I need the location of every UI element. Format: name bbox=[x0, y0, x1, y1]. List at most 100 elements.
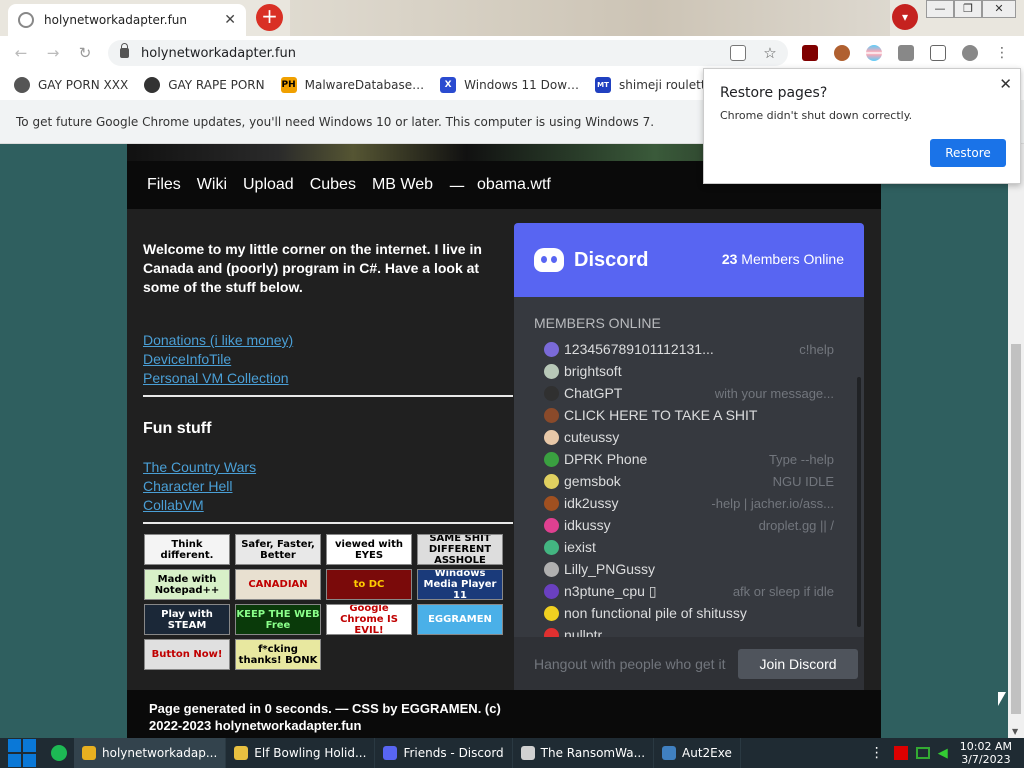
browser-toolbar: ← → ↻ holynetworkadapter.fun ☆ ⋮ bbox=[0, 36, 1024, 70]
member-row[interactable]: brightsoft bbox=[544, 360, 834, 382]
page-scrollbar[interactable]: ▲ ▼ bbox=[1008, 144, 1024, 738]
menu-kebab-icon[interactable]: ⋮ bbox=[994, 45, 1010, 61]
forward-icon[interactable]: → bbox=[42, 42, 64, 64]
badge-button[interactable]: f*cking thanks! BONK bbox=[235, 639, 321, 670]
profile-icon[interactable] bbox=[962, 45, 978, 61]
badge-button[interactable]: KEEP THE WEB Free bbox=[235, 604, 321, 635]
member-row[interactable]: non functional pile of shitussy bbox=[544, 602, 834, 624]
badge-button[interactable]: EGGRAMEN bbox=[417, 604, 503, 635]
member-name: DPRK Phone bbox=[564, 451, 648, 467]
bookmark-item[interactable]: MT shimeji roulette bbox=[595, 77, 713, 93]
member-row[interactable]: iexist bbox=[544, 536, 834, 558]
badge-button[interactable]: Made with Notepad++ bbox=[144, 569, 230, 600]
clock[interactable]: 10:02 AM 3/7/2023 bbox=[960, 740, 1012, 766]
member-activity: NGU IDLE bbox=[772, 473, 834, 489]
badge-button[interactable]: SAME SHIT DIFFERENT ASSHOLE bbox=[417, 534, 503, 565]
badge-button[interactable]: Windows Media Player 11 bbox=[417, 569, 503, 600]
badge-button[interactable]: Play with STEAM bbox=[144, 604, 230, 635]
member-row[interactable]: idkussy droplet.gg || / bbox=[544, 514, 834, 536]
link-character-hell[interactable]: Character Hell bbox=[143, 478, 232, 494]
volume-icon[interactable]: ◀ bbox=[938, 746, 948, 761]
address-bar[interactable]: holynetworkadapter.fun bbox=[108, 40, 788, 66]
taskbar-item[interactable]: Elf Bowling Holid... bbox=[226, 738, 376, 768]
badge-button[interactable]: CANADIAN bbox=[235, 569, 321, 600]
member-row[interactable]: idk2ussy -help | jacher.io/ass... bbox=[544, 492, 834, 514]
member-activity: afk or sleep if idle bbox=[732, 583, 834, 599]
badge-button[interactable]: Button Now! bbox=[144, 639, 230, 670]
new-tab-button[interactable]: + bbox=[256, 4, 283, 31]
member-row[interactable]: gemsbok NGU IDLE bbox=[544, 470, 834, 492]
link-country-wars[interactable]: The Country Wars bbox=[143, 459, 256, 475]
close-window-button[interactable]: ✕ bbox=[982, 0, 1016, 18]
member-row[interactable]: Lilly_PNGussy bbox=[544, 558, 834, 580]
member-row[interactable]: n3ptune_cpu ▯ afk or sleep if idle bbox=[544, 580, 834, 602]
member-avatar bbox=[544, 341, 559, 357]
scroll-down-icon[interactable]: ▼ bbox=[1012, 727, 1018, 736]
restore-message: Chrome didn't shut down correctly. bbox=[720, 109, 913, 122]
extensions-puzzle-icon[interactable] bbox=[898, 45, 914, 61]
taskbar-item[interactable]: holynetworkadap... bbox=[74, 738, 227, 768]
member-row[interactable]: nullptr bbox=[544, 624, 834, 637]
system-tray: ⋮ ◀ 10:02 AM 3/7/2023 bbox=[870, 738, 1024, 768]
nav-files[interactable]: Files bbox=[147, 176, 181, 194]
minimize-button[interactable]: — bbox=[926, 0, 954, 18]
extension-avatar-icon[interactable] bbox=[834, 45, 850, 61]
taskbar-item-label: holynetworkadap... bbox=[102, 746, 218, 760]
member-list-scrollbar[interactable] bbox=[857, 377, 861, 627]
link-deviceinfotile[interactable]: DeviceInfoTile bbox=[143, 351, 231, 367]
scrollbar-thumb[interactable] bbox=[1011, 344, 1021, 714]
tab-search-icon[interactable]: ▾ bbox=[892, 4, 918, 30]
extension-flag-icon[interactable] bbox=[866, 45, 882, 61]
restore-title: Restore pages? bbox=[720, 85, 828, 101]
nav-mb-web[interactable]: MB Web bbox=[372, 176, 433, 194]
restore-button[interactable]: Restore bbox=[930, 139, 1006, 167]
member-row[interactable]: CLICK HERE TO TAKE A SHIT bbox=[544, 404, 834, 426]
badge-button[interactable]: Safer, Faster, Better bbox=[235, 534, 321, 565]
flag-icon[interactable] bbox=[893, 746, 908, 760]
side-panel-icon[interactable] bbox=[930, 45, 946, 61]
badge-button[interactable]: to DC bbox=[326, 569, 412, 600]
tab-active[interactable]: holynetworkadapter.fun ✕ bbox=[8, 4, 246, 36]
member-row[interactable]: ChatGPT with your message... bbox=[544, 382, 834, 404]
taskbar-item[interactable]: The RansomWa... bbox=[513, 738, 655, 768]
more-icon[interactable]: ⋮ bbox=[870, 745, 884, 761]
link-vm-collection[interactable]: Personal VM Collection bbox=[143, 370, 289, 386]
nav-cubes[interactable]: Cubes bbox=[310, 176, 356, 194]
link-collabvm[interactable]: CollabVM bbox=[143, 497, 204, 513]
nav-obama-wtf[interactable]: obama.wtf bbox=[477, 176, 551, 194]
taskbar-item[interactable]: Friends - Discord bbox=[375, 738, 513, 768]
bookmark-item[interactable]: GAY RAPE PORN bbox=[144, 77, 265, 93]
maximize-button[interactable]: ❐ bbox=[954, 0, 982, 18]
lock-icon[interactable] bbox=[120, 43, 129, 58]
bookmark-item[interactable]: PH MalwareDatabase… bbox=[280, 77, 424, 93]
bookmark-item[interactable]: GAY PORN XXX bbox=[14, 77, 128, 93]
close-icon[interactable]: ✕ bbox=[999, 75, 1012, 93]
join-discord-button[interactable]: Join Discord bbox=[738, 649, 858, 679]
member-list[interactable]: MEMBERS ONLINE 12345678910111213​1... c!h… bbox=[514, 297, 864, 637]
member-row[interactable]: cuteussy bbox=[544, 426, 834, 448]
share-icon[interactable] bbox=[730, 45, 746, 61]
badge-button[interactable]: Google Chrome IS EVIL! bbox=[326, 604, 412, 635]
network-icon[interactable] bbox=[915, 747, 930, 759]
divider bbox=[143, 395, 513, 397]
link-donations[interactable]: Donations (i like money) bbox=[143, 332, 293, 348]
back-icon[interactable]: ← bbox=[10, 42, 32, 64]
nav-upload[interactable]: Upload bbox=[243, 176, 294, 194]
bookmark-label: shimeji roulette bbox=[619, 78, 713, 92]
reload-icon[interactable]: ↻ bbox=[74, 42, 96, 64]
nav-wiki[interactable]: Wiki bbox=[197, 176, 227, 194]
x-icon: X bbox=[440, 77, 457, 93]
badge-button[interactable]: Think different. bbox=[144, 534, 230, 565]
bookmark-star-icon[interactable]: ☆ bbox=[762, 45, 778, 61]
ublock-icon[interactable] bbox=[802, 45, 818, 61]
member-row[interactable]: DPRK Phone Type --help bbox=[544, 448, 834, 470]
tab-close-icon[interactable]: ✕ bbox=[224, 12, 236, 28]
taskbar-item[interactable]: Aut2Exe bbox=[654, 738, 741, 768]
spotify-icon[interactable] bbox=[44, 738, 74, 768]
bookmark-item[interactable]: X Windows 11 Dow… bbox=[440, 77, 579, 93]
member-row[interactable]: 12345678910111213​1... c!help bbox=[544, 338, 834, 360]
intro-text: Welcome to my little corner on the inter… bbox=[143, 241, 482, 295]
badge-button[interactable]: viewed with EYES bbox=[326, 534, 412, 565]
mt-icon: MT bbox=[595, 77, 612, 93]
start-button[interactable] bbox=[0, 738, 44, 768]
